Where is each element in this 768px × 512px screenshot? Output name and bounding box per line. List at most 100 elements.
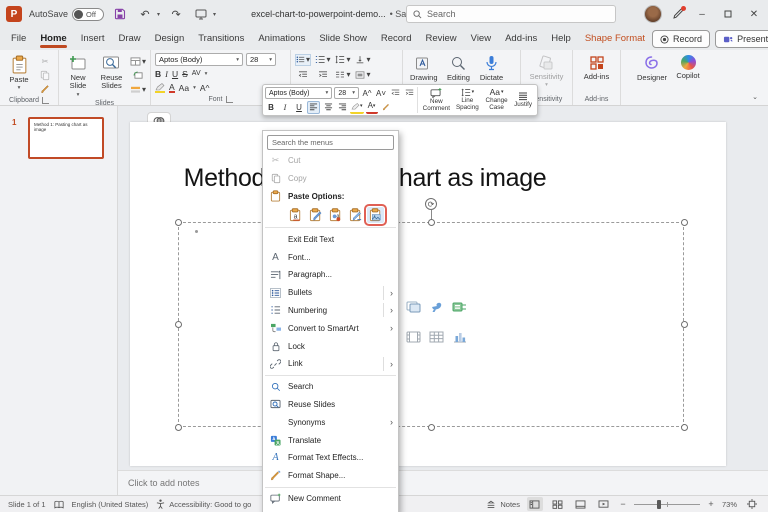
autosave-toggle[interactable]: Off — [72, 8, 104, 21]
cut-button[interactable]: ✂ — [37, 55, 53, 67]
menu-item-font[interactable]: A Font... — [263, 248, 398, 266]
slide-sorter-view-button[interactable] — [550, 497, 566, 511]
slideshow-view-button[interactable] — [596, 497, 612, 511]
tab-insert[interactable]: Insert — [74, 30, 112, 49]
increase-indent-button[interactable] — [315, 69, 331, 81]
mini-font-name-combo[interactable]: Aptos (Body) ▾ — [265, 87, 332, 99]
insert-smartart-button[interactable] — [451, 298, 468, 315]
section-button[interactable]: ▾ — [130, 83, 146, 95]
insert-video-button[interactable] — [405, 328, 422, 345]
zoom-slider[interactable] — [634, 498, 700, 510]
align-text-button[interactable]: ▾ — [355, 69, 371, 81]
tab-animations[interactable]: Animations — [251, 30, 312, 49]
accessibility-status[interactable]: Accessibility: Good to go — [156, 499, 251, 509]
tab-transitions[interactable]: Transitions — [191, 30, 251, 49]
mini-line-spacing-button[interactable]: ▾ Line Spacing — [453, 86, 482, 114]
columns-button[interactable]: ▾ — [335, 69, 351, 81]
menu-item-bullets[interactable]: Bullets › — [263, 284, 398, 302]
redo-button[interactable]: ↷ — [167, 5, 185, 23]
mini-highlight-button[interactable]: ▾ — [350, 101, 364, 114]
mini-justify-button[interactable]: Justify — [511, 86, 535, 114]
strikethrough-button[interactable]: S — [182, 69, 188, 79]
paste-merge-formatting-button[interactable]: a — [327, 207, 344, 223]
mini-format-painter-button[interactable] — [380, 101, 392, 114]
character-spacing-button[interactable]: AV — [192, 70, 201, 77]
editing-mode-button[interactable] — [672, 8, 684, 20]
slide-layout-button[interactable]: ▾ — [130, 55, 146, 67]
resize-handle-top-left[interactable] — [175, 219, 182, 226]
paste-embed-button[interactable] — [347, 207, 364, 223]
bullets-button[interactable]: ▾ — [295, 54, 311, 66]
addins-button[interactable]: Add-ins — [581, 53, 612, 83]
menu-item-lock[interactable]: Lock — [263, 337, 398, 355]
reuse-slides-button[interactable]: Reuse Slides — [96, 53, 127, 93]
record-button[interactable]: Record — [652, 30, 710, 48]
paste-use-destination-theme-button[interactable]: a — [287, 207, 304, 223]
save-button[interactable] — [111, 5, 129, 23]
paste-keep-source-formatting-button[interactable] — [307, 207, 324, 223]
resize-handle-top-right[interactable] — [681, 219, 688, 226]
paste-button[interactable]: Paste ▾ — [4, 53, 34, 93]
designer-button[interactable]: Designer — [634, 53, 670, 84]
mini-new-comment-button[interactable]: New Comment — [420, 86, 453, 114]
menu-item-numbering[interactable]: Numbering › — [263, 302, 398, 320]
rotate-handle[interactable]: ⟳ — [425, 198, 437, 210]
resize-handle-bottom-right[interactable] — [681, 424, 688, 431]
quick-access-overflow-icon[interactable]: ▾ — [213, 11, 216, 18]
undo-dropdown-icon[interactable]: ▾ — [157, 11, 160, 18]
text-direction-button[interactable]: ▾ — [355, 54, 371, 66]
insert-icons-button[interactable] — [428, 298, 445, 315]
insert-chart-button[interactable] — [451, 328, 468, 345]
menu-item-search[interactable]: Search — [263, 378, 398, 396]
bold-button[interactable]: B — [155, 69, 161, 79]
present-in-teams-button[interactable]: Present in Teams — [715, 30, 768, 48]
minimize-button[interactable]: – — [694, 6, 710, 22]
undo-button[interactable]: ↶ — [136, 5, 154, 23]
drawing-button[interactable]: Drawing — [407, 53, 441, 84]
resize-handle-bottom-left[interactable] — [175, 424, 182, 431]
menu-item-paragraph[interactable]: Paragraph... — [263, 266, 398, 284]
tab-help[interactable]: Help — [544, 30, 578, 49]
maximize-button[interactable] — [720, 6, 736, 22]
mini-bold-button[interactable]: B — [265, 101, 277, 114]
format-painter-button[interactable] — [37, 83, 53, 95]
slide[interactable]: Method 1: Pasting chart as image ⟳ — [130, 122, 726, 466]
copilot-button[interactable]: Copilot — [673, 53, 703, 82]
zoom-in-button[interactable]: + — [707, 499, 715, 509]
insert-cameo-button[interactable] — [405, 298, 422, 315]
menu-search-box[interactable] — [267, 135, 394, 150]
start-slideshow-button[interactable] — [192, 5, 210, 23]
zoom-out-button[interactable]: − — [619, 499, 627, 509]
notes-pane[interactable]: Click to add notes — [118, 470, 768, 495]
search-bar[interactable] — [406, 5, 616, 23]
mini-align-center-button[interactable] — [322, 101, 334, 114]
font-color-button[interactable]: A — [169, 83, 175, 94]
mini-increase-indent-button[interactable] — [403, 87, 415, 100]
italic-button[interactable]: I — [165, 69, 168, 79]
reading-view-button[interactable] — [573, 497, 589, 511]
resize-handle-top-center[interactable] — [428, 219, 435, 226]
tab-file[interactable]: File — [4, 30, 33, 49]
tab-design[interactable]: Design — [148, 30, 192, 49]
new-slide-button[interactable]: New Slide ▾ — [63, 53, 93, 100]
collapse-ribbon-icon[interactable]: ⌄ — [752, 93, 758, 101]
reset-slide-button[interactable] — [130, 69, 146, 81]
menu-item-reuse-slides[interactable]: Reuse Slides — [263, 396, 398, 414]
user-avatar[interactable] — [644, 5, 662, 23]
menu-item-convert-to-smartart[interactable]: Convert to SmartArt › — [263, 319, 398, 337]
autosave-control[interactable]: AutoSave Off — [29, 8, 104, 21]
mini-grow-font-button[interactable]: A^ — [361, 87, 373, 100]
mini-decrease-indent-button[interactable] — [389, 87, 401, 100]
resize-handle-mid-left[interactable] — [175, 321, 182, 328]
normal-view-button[interactable] — [527, 497, 543, 511]
fit-slide-button[interactable] — [744, 497, 760, 511]
insert-table-button[interactable] — [428, 328, 445, 345]
mini-align-right-button[interactable] — [336, 101, 348, 114]
slide-thumbnail[interactable]: Method 1: Pasting chart as image — [28, 117, 104, 159]
tab-record[interactable]: Record — [374, 30, 419, 49]
resize-handle-mid-right[interactable] — [681, 321, 688, 328]
dictate-button[interactable]: Dictate — [477, 53, 507, 84]
notes-toggle-button[interactable]: Notes — [486, 500, 520, 509]
font-name-combo[interactable]: Aptos (Body) ▾ — [155, 53, 243, 66]
zoom-level[interactable]: 73% — [722, 500, 737, 509]
